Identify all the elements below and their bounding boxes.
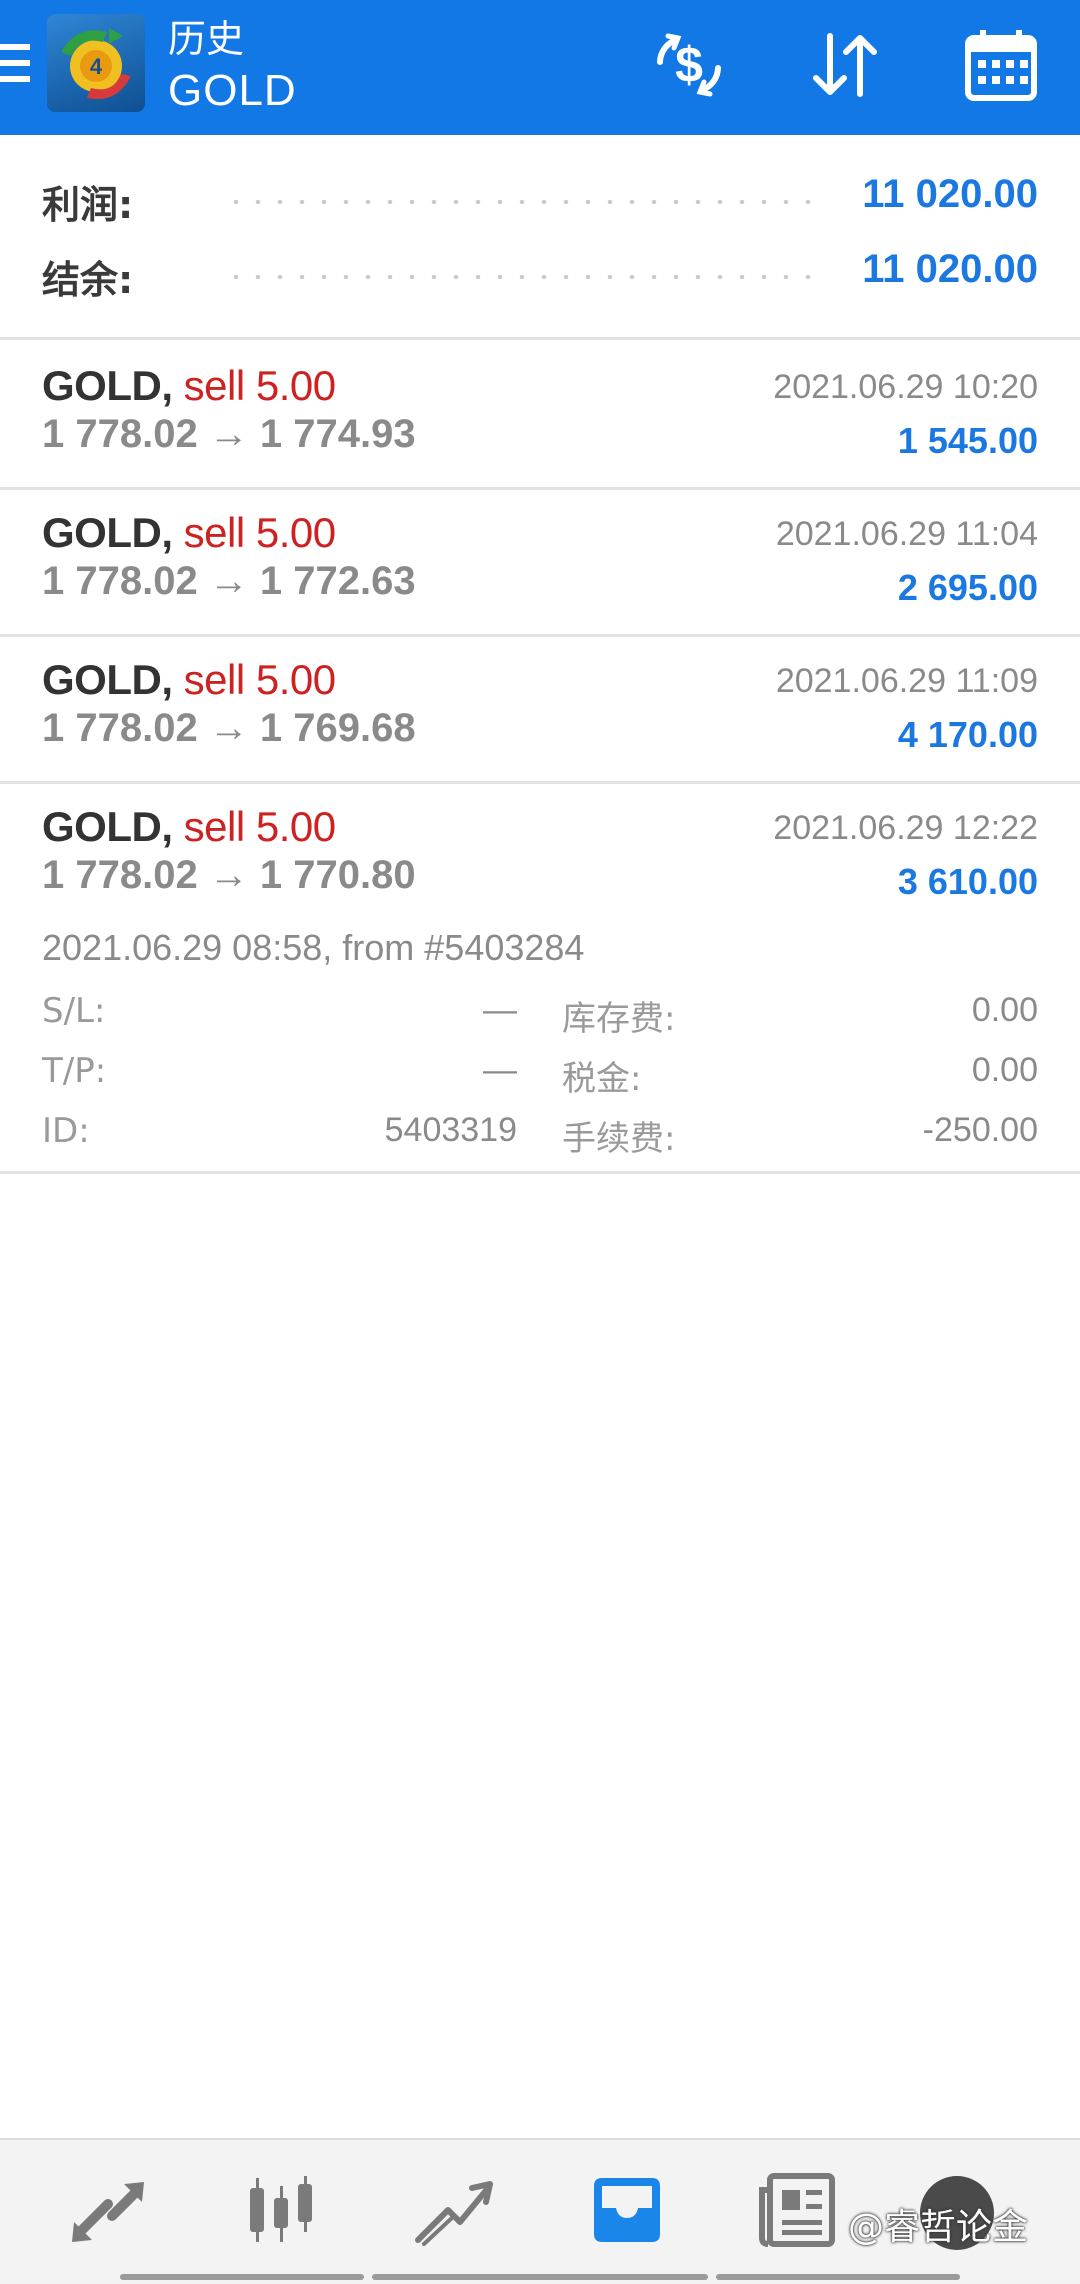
deal-volume: 5.00 (255, 803, 336, 850)
commission-value: -250.00 (922, 1111, 1038, 1149)
deal-symbol: GOLD, (42, 803, 173, 850)
tax-value: 0.00 (971, 1051, 1038, 1089)
deal-profit: 3 610.00 (897, 861, 1038, 902)
nav-indicator (372, 2274, 708, 2280)
deal-prices: 1 778.02 → 1 769.68 (42, 706, 416, 750)
page-title: 历史 (168, 17, 245, 61)
profit-summary-row: 利润: 11 020.00 (0, 162, 1080, 232)
deal-title: GOLD, sell 5.00 (42, 803, 336, 851)
svg-text:4: 4 (90, 54, 103, 79)
trade-icon[interactable] (408, 2170, 498, 2250)
currency-exchange-icon[interactable]: $ (646, 22, 732, 108)
tp-label: T/P: (42, 1051, 107, 1091)
app-logo-icon: 4 (47, 14, 145, 112)
sl-value: — (483, 991, 517, 1029)
deal-type: sell (183, 656, 246, 703)
deal-symbol: GOLD, (42, 509, 173, 556)
news-icon[interactable] (754, 2170, 844, 2250)
deal-volume: 5.00 (255, 509, 336, 556)
app-header: 4 历史 GOLD $ (0, 0, 1080, 135)
symbol-subtitle: GOLD (168, 66, 297, 115)
quotes-icon[interactable] (64, 2170, 154, 2250)
deal-prices: 1 778.02 → 1 774.93 (42, 412, 416, 456)
deal-profit: 2 695.00 (897, 567, 1038, 608)
deal-volume: 5.00 (255, 656, 336, 703)
chart-icon[interactable] (236, 2170, 326, 2250)
svg-text:$: $ (675, 37, 703, 93)
deal-title: GOLD, sell 5.00 (42, 656, 336, 704)
row-divider (0, 1171, 1080, 1174)
tp-value: — (483, 1051, 517, 1089)
deal-row[interactable]: GOLD, sell 5.00 1 778.02 → 1 774.93 2021… (0, 340, 1080, 487)
deal-time: 2021.06.29 11:04 (775, 515, 1038, 553)
sort-icon[interactable] (802, 22, 888, 108)
tax-label: 税金: (562, 1059, 642, 1099)
nav-indicator (716, 2274, 960, 2280)
nav-indicator (120, 2274, 364, 2280)
open-info: 2021.06.29 08:58, from #5403284 (42, 927, 585, 968)
deal-time: 2021.06.29 12:22 (773, 809, 1038, 847)
deal-type: sell (183, 509, 246, 556)
deal-profit: 1 545.00 (897, 420, 1038, 461)
balance-label: 结余: (42, 258, 134, 302)
history-icon[interactable] (582, 2170, 672, 2250)
id-value: 5403319 (384, 1111, 517, 1149)
deal-type: sell (183, 362, 246, 409)
deal-profit: 4 170.00 (897, 714, 1038, 755)
profit-value: 11 020.00 (862, 172, 1038, 216)
dot-leader (225, 200, 815, 204)
swap-value: 0.00 (971, 991, 1038, 1029)
balance-value: 11 020.00 (862, 247, 1038, 291)
deal-time: 2021.06.29 10:20 (773, 368, 1038, 406)
deal-type: sell (183, 803, 246, 850)
deal-title: GOLD, sell 5.00 (42, 362, 336, 410)
deal-title: GOLD, sell 5.00 (42, 509, 336, 557)
deal-row-expanded[interactable]: GOLD, sell 5.00 1 778.02 → 1 770.80 2021… (0, 781, 1080, 1171)
deal-volume: 5.00 (255, 362, 336, 409)
watermark-text: @睿哲论金 (848, 2207, 1029, 2248)
deal-prices: 1 778.02 → 1 772.63 (42, 559, 416, 603)
deal-symbol: GOLD, (42, 362, 173, 409)
balance-summary-row: 结余: 11 020.00 (0, 237, 1080, 307)
deal-row[interactable]: GOLD, sell 5.00 1 778.02 → 1 769.68 2021… (0, 634, 1080, 781)
menu-icon[interactable] (0, 40, 30, 88)
deal-prices: 1 778.02 → 1 770.80 (42, 853, 416, 897)
sl-label: S/L: (42, 991, 106, 1031)
swap-label: 库存费: (562, 999, 676, 1039)
deal-symbol: GOLD, (42, 656, 173, 703)
dot-leader (225, 275, 815, 279)
deal-row[interactable]: GOLD, sell 5.00 1 778.02 → 1 772.63 2021… (0, 487, 1080, 634)
commission-label: 手续费: (562, 1119, 676, 1159)
id-label: ID: (42, 1111, 90, 1151)
calendar-icon[interactable] (958, 22, 1044, 108)
profit-label: 利润: (42, 183, 134, 227)
deal-time: 2021.06.29 11:09 (775, 662, 1038, 700)
